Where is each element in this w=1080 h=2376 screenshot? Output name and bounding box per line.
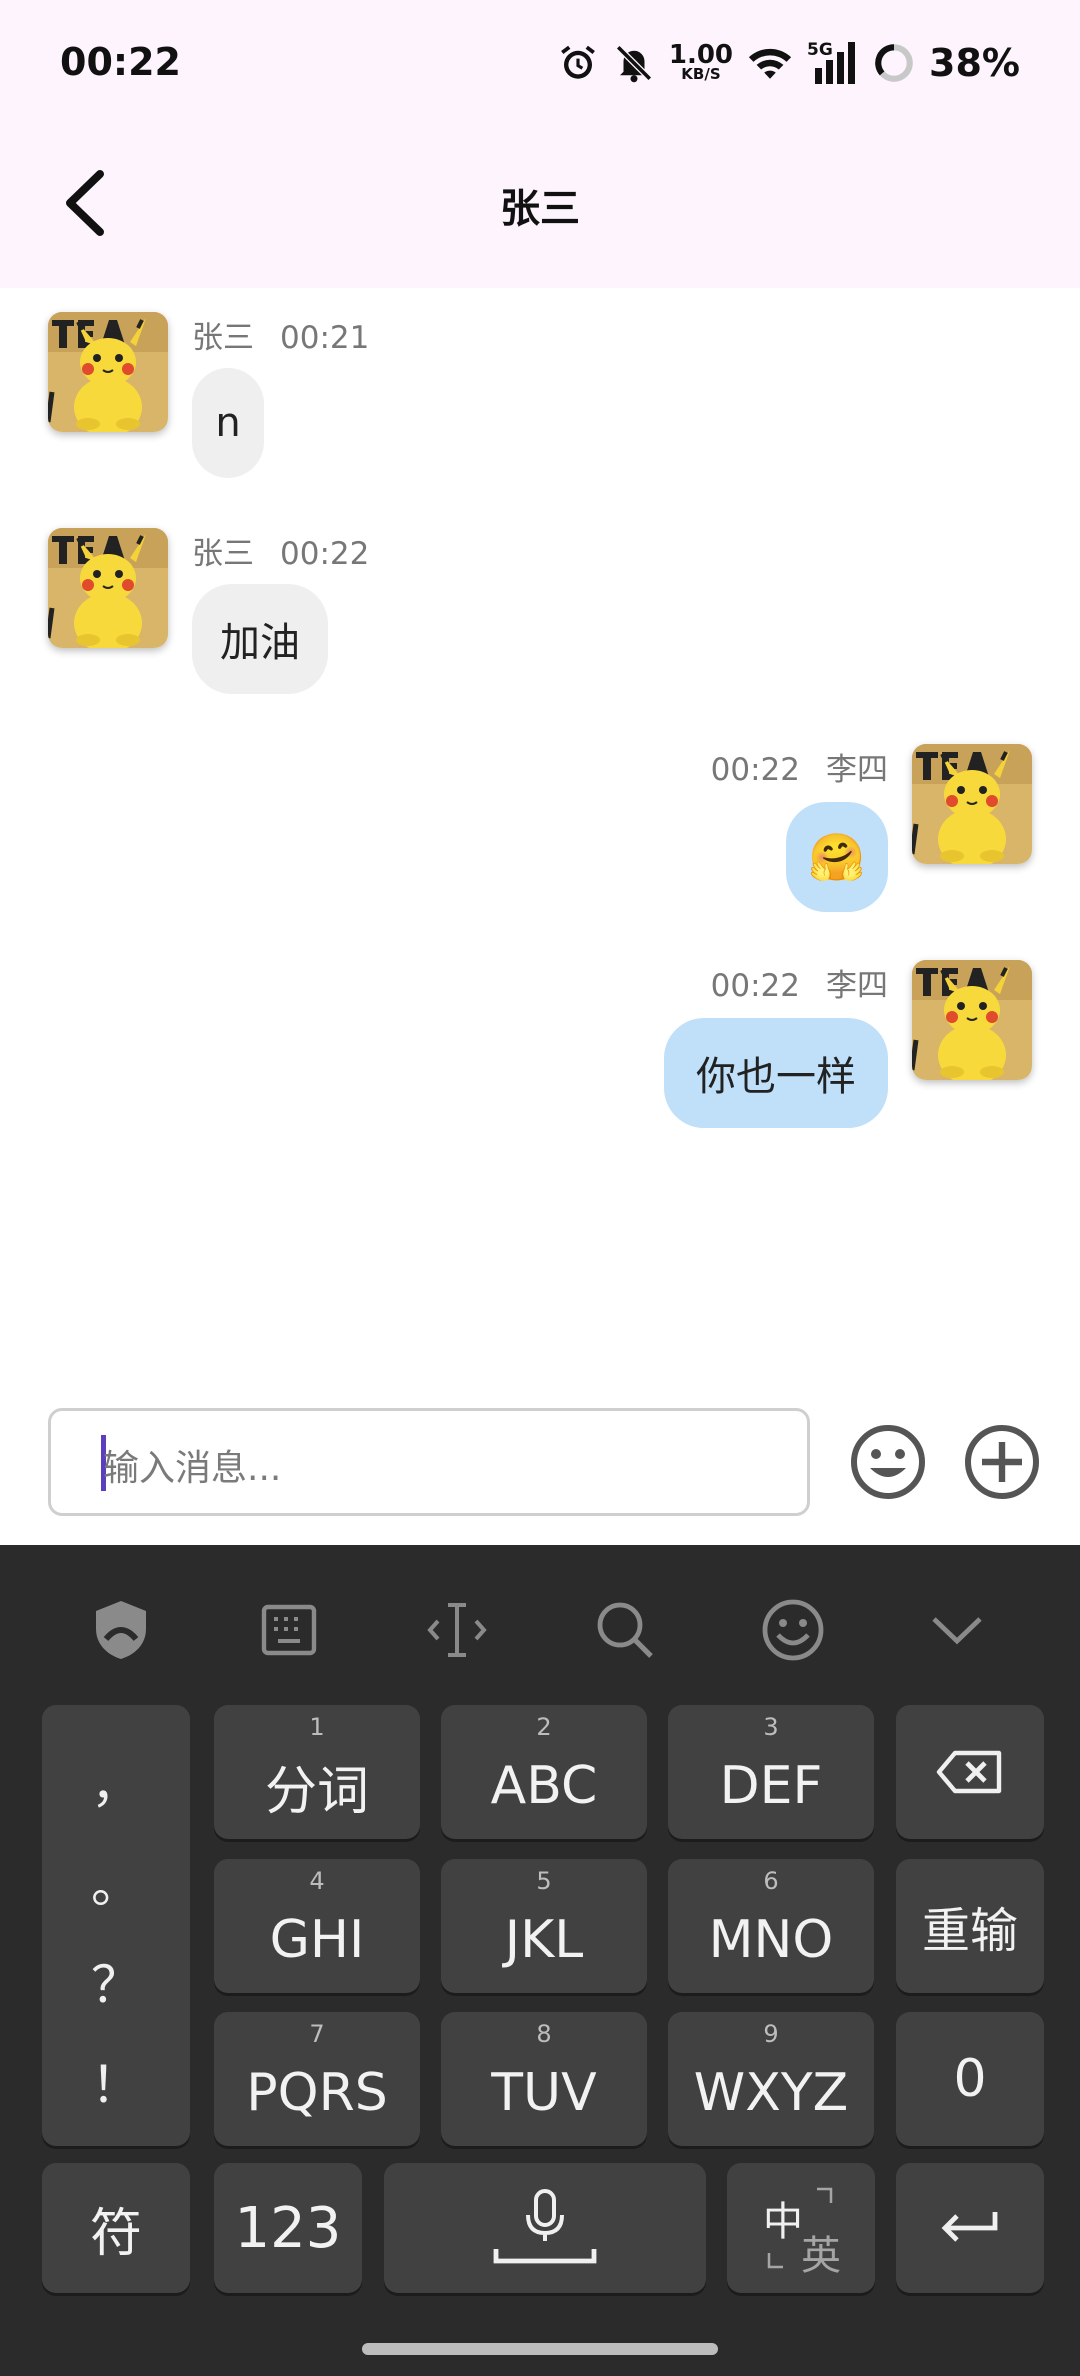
backspace-key[interactable] xyxy=(896,1705,1044,1839)
key-label: TUV xyxy=(491,2063,597,2123)
pikachu-avatar-image xyxy=(48,312,168,432)
cursor-icon[interactable] xyxy=(422,1595,492,1665)
key-8[interactable]: 8 TUV xyxy=(441,2012,647,2146)
space-key[interactable] xyxy=(384,2163,706,2293)
key-number: 8 xyxy=(536,2020,552,2048)
key-9[interactable]: 9 WXYZ xyxy=(668,2012,874,2146)
key-label: JKL xyxy=(504,1910,584,1970)
message-bubble[interactable]: 加油 xyxy=(192,584,328,694)
alarm-icon xyxy=(560,45,595,79)
key-2[interactable]: 2 ABC xyxy=(441,1705,647,1839)
key-label: MNO xyxy=(708,1910,834,1970)
key-0[interactable]: 0 xyxy=(896,2012,1044,2146)
numbers-key[interactable]: 123 xyxy=(214,2163,362,2293)
message-meta: 张三 00:21 xyxy=(192,312,369,357)
message-time: 00:22 xyxy=(710,968,800,1004)
key-number: 5 xyxy=(536,1867,552,1895)
symbols-key[interactable]: 符 xyxy=(42,2163,190,2293)
message-input[interactable]: 输入消息... xyxy=(48,1408,810,1516)
key-label: GHI xyxy=(269,1910,365,1970)
sender-name: 张三 xyxy=(192,320,254,356)
key-3[interactable]: 3 DEF xyxy=(668,1705,874,1839)
avatar[interactable] xyxy=(48,528,168,648)
key-4[interactable]: 4 GHI xyxy=(214,1859,420,1993)
network-speed: 1.00 KB/S xyxy=(669,42,733,82)
message-input-placeholder: 输入消息... xyxy=(103,1448,282,1489)
pikachu-avatar-image xyxy=(912,960,1032,1080)
key-1[interactable]: 1 分词 xyxy=(214,1705,420,1839)
reinput-key[interactable]: 重输 xyxy=(896,1859,1044,1993)
top-bar: 00:22 1.00 KB/S 5G 38% 张三 xyxy=(0,0,1080,288)
key-number: 2 xyxy=(536,1713,552,1741)
key-label: WXYZ xyxy=(693,2063,849,2123)
backspace-icon xyxy=(936,1750,1002,1794)
signal-icon xyxy=(815,42,856,84)
keyboard-icon[interactable] xyxy=(254,1595,324,1665)
key-label: 分词 xyxy=(264,1761,369,1822)
message-bubble[interactable]: n xyxy=(192,368,264,478)
message-bubble[interactable]: 🤗 xyxy=(786,802,888,912)
plus-circle-icon[interactable] xyxy=(962,1422,1042,1502)
keyboard: ， 。 ？ ！ 1 分词 2 ABC 3 DEF 4 GHI 5 JKL 6 MNO 重输 … xyxy=(0,1545,1080,2376)
cellular-signal: 5G xyxy=(807,40,859,84)
emoji-icon[interactable] xyxy=(848,1422,928,1502)
sender-name: 李四 xyxy=(826,752,888,788)
key-5[interactable]: 5 JKL xyxy=(441,1859,647,1993)
key-number: 3 xyxy=(763,1713,779,1741)
message-bubble[interactable]: 你也一样 xyxy=(664,1018,888,1128)
chat-screen: 00:22 1.00 KB/S 5G 38% 张三 张三 00:21 n 张三 00:… xyxy=(0,0,1080,2376)
emoji-icon[interactable] xyxy=(758,1595,828,1665)
enter-key[interactable] xyxy=(896,2163,1044,2293)
chevron-down-icon[interactable] xyxy=(922,1595,992,1665)
chat-title: 张三 xyxy=(500,186,580,232)
status-icons: 1.00 KB/S 5G 38% xyxy=(557,38,1020,88)
enter-icon xyxy=(941,2212,998,2242)
battery-ring-icon xyxy=(875,44,913,82)
message-meta: 00:22 李四 xyxy=(711,960,888,1005)
key-6[interactable]: 6 MNO xyxy=(668,1859,874,1993)
avatar[interactable] xyxy=(48,312,168,432)
sender-name: 李四 xyxy=(826,968,888,1004)
key-number: 4 xyxy=(309,1867,325,1895)
punctuation-exclaim[interactable]: ！ xyxy=(42,2045,190,2117)
status-time: 00:22 xyxy=(60,40,181,84)
language-brackets-icon xyxy=(767,2187,833,2269)
key-label: PQRS xyxy=(246,2063,388,2123)
battery-percent: 38% xyxy=(929,41,1020,85)
language-switch-key[interactable]: 中 英 xyxy=(727,2163,875,2293)
search-icon[interactable] xyxy=(590,1595,660,1665)
punctuation-period[interactable]: 。 xyxy=(42,1845,190,1917)
composer-bar: 输入消息... xyxy=(0,1380,1080,1545)
message-time: 00:21 xyxy=(280,320,370,356)
home-indicator[interactable] xyxy=(362,2343,718,2355)
key-number: 9 xyxy=(763,2020,779,2048)
message-time: 00:22 xyxy=(710,752,800,788)
key-7[interactable]: 7 PQRS xyxy=(214,2012,420,2146)
pikachu-avatar-image xyxy=(48,528,168,648)
key-number: 1 xyxy=(309,1713,325,1741)
punctuation-comma[interactable]: ， xyxy=(42,1745,190,1817)
avatar[interactable] xyxy=(912,960,1032,1080)
key-label: DEF xyxy=(719,1756,823,1816)
wifi-icon xyxy=(748,48,792,79)
key-label: ABC xyxy=(490,1756,598,1816)
avatar[interactable] xyxy=(912,744,1032,864)
message-time: 00:22 xyxy=(280,536,370,572)
key-number: 7 xyxy=(309,2020,325,2048)
status-bar: 00:22 1.00 KB/S 5G 38% xyxy=(0,0,1080,130)
pikachu-avatar-image xyxy=(912,744,1032,864)
message-meta: 张三 00:22 xyxy=(192,528,369,573)
sender-name: 张三 xyxy=(192,536,254,572)
shield-icon[interactable] xyxy=(86,1595,156,1665)
punctuation-question[interactable]: ？ xyxy=(42,1945,190,2017)
key-number: 6 xyxy=(763,1867,779,1895)
microphone-icon xyxy=(493,2189,597,2264)
bell-off-icon xyxy=(615,45,652,83)
message-meta: 00:22 李四 xyxy=(711,744,888,789)
punctuation-key[interactable]: ， 。 ？ ！ xyxy=(42,1705,190,2146)
